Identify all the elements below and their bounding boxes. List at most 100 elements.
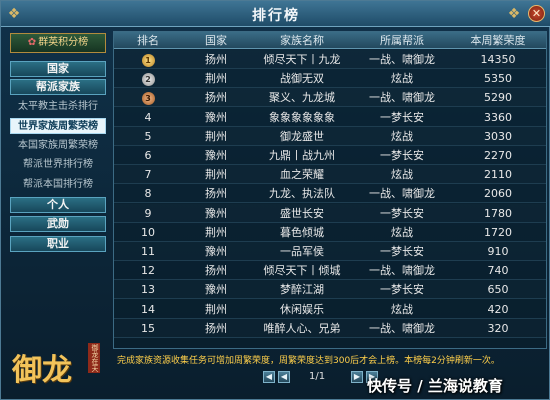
cell-rank: 15 (141, 321, 155, 335)
header-family[interactable]: 家族名称 (250, 32, 354, 49)
cell-score: 3360 (484, 110, 512, 124)
cell-family: 九鼎丨战九州 (269, 149, 335, 162)
table-row[interactable]: 8 扬州 九龙、执法队 一战、啸御龙 2060 (114, 184, 546, 204)
table-row[interactable]: 13 豫州 梦醉江湖 一梦长安 650 (114, 280, 546, 300)
header-faction[interactable]: 所属帮派 (354, 32, 450, 49)
cell-rank: 2 (114, 69, 182, 88)
cell-score: 910 (487, 245, 509, 258)
cell-score: 420 (487, 302, 509, 316)
cell-country: 荆州 (205, 168, 227, 182)
table-row[interactable]: 14 荆州 休闲娱乐 炫战 420 (114, 300, 546, 319)
next-page-button[interactable]: ▶ (351, 371, 363, 383)
rank-medal-icon: 3 (141, 92, 155, 106)
table-row[interactable]: 11 豫州 一品军侯 一梦长安 910 (114, 242, 546, 261)
nav-item[interactable]: 太平教主击杀排行 (10, 99, 106, 115)
table-row[interactable]: 2 荆州 战御无双 炫战 5350 (114, 69, 546, 89)
table-row[interactable]: 10 荆州 暮色倾城 炫战 1720 (114, 223, 546, 242)
table-row[interactable]: 5 荆州 御龙盛世 炫战 3030 (114, 127, 546, 146)
cell-faction: 一战、啸御龙 (369, 264, 435, 278)
table-row[interactable]: 4 豫州 象象象象象象 一梦长安 3360 (114, 108, 546, 127)
cell-score: 5350 (484, 72, 512, 86)
cell-score: 320 (487, 321, 509, 335)
table-header: 排名 国家 家族名称 所属帮派 本周繁荣度 (114, 32, 546, 49)
table-row[interactable]: 7 荆州 血之荣耀 炫战 2110 (114, 165, 546, 185)
cell-rank: 10 (141, 225, 155, 239)
cell-faction: 炫战 (391, 225, 413, 239)
cell-country: 扬州 (205, 91, 227, 105)
table-row[interactable]: 6 豫州 九鼎丨战九州 一梦长安 2270 (114, 146, 546, 165)
cell-rank: 11 (141, 245, 155, 258)
nav-item[interactable]: 职业 (10, 236, 106, 252)
cell-score: 2110 (484, 168, 512, 182)
cell-family: 血之荣耀 (280, 168, 324, 182)
cell-faction: 一梦长安 (380, 245, 424, 258)
table-row[interactable]: 9 豫州 盛世长安 一梦长安 1780 (114, 204, 546, 223)
cell-country: 荆州 (205, 302, 227, 316)
cell-country: 荆州 (205, 72, 227, 86)
nav-item[interactable]: 帮派世界排行榜 (10, 157, 106, 173)
cell-score: 740 (487, 264, 509, 278)
cell-faction: 一战、啸御龙 (369, 91, 435, 105)
cell-rank: 7 (144, 168, 152, 182)
cell-faction: 一梦长安 (380, 283, 424, 297)
cell-country: 豫州 (205, 110, 227, 124)
cell-rank: 8 (144, 187, 152, 201)
table-row[interactable]: 12 扬州 倾尽天下丨倾城 一战、啸御龙 740 (114, 261, 546, 281)
cell-rank: 5 (144, 129, 152, 143)
leaderboard-logo: ✿ 群英积分榜 (10, 33, 106, 53)
game-emblem: 御龙 御龙在天 (6, 339, 106, 399)
cell-rank: 9 (144, 206, 152, 220)
header-score[interactable]: 本周繁荣度 (450, 32, 546, 49)
prev-page-button[interactable]: ◀ (278, 371, 290, 383)
cell-faction: 一梦长安 (380, 110, 424, 124)
cell-country: 扬州 (205, 53, 227, 66)
cell-score: 1780 (484, 206, 512, 220)
table-row[interactable]: 1 扬州 倾尽天下丨九龙 一战、啸御龙 14350 (114, 50, 546, 69)
nav-item[interactable]: 帮派本国排行榜 (10, 177, 106, 193)
nav-item[interactable]: 个人 (10, 197, 106, 213)
nav-item[interactable]: 本国家族周繁荣榜 (10, 138, 106, 154)
header-rank[interactable]: 排名 (114, 32, 182, 49)
cell-family: 倾尽天下丨倾城 (263, 264, 341, 278)
cell-score: 1720 (484, 225, 512, 239)
cell-faction: 炫战 (391, 168, 413, 182)
cell-family: 倾尽天下丨九龙 (263, 53, 341, 66)
nav-item[interactable]: 世界家族周繁荣榜 (10, 118, 106, 134)
cell-score: 2270 (484, 149, 512, 162)
cell-score: 14350 (480, 53, 516, 66)
cell-country: 扬州 (205, 321, 227, 335)
cell-rank: 12 (141, 264, 155, 278)
cell-rank: 4 (144, 110, 152, 124)
cell-country: 豫州 (205, 149, 227, 162)
cell-country: 豫州 (205, 206, 227, 220)
cell-score: 650 (487, 283, 509, 297)
cell-family: 暮色倾城 (280, 225, 324, 239)
page-indicator: 1/1 (309, 371, 326, 382)
cell-score: 3030 (484, 129, 512, 143)
nav-item[interactable]: 武勋 (10, 216, 106, 232)
cell-rank: 14 (141, 302, 155, 316)
nav-item[interactable]: 国家 (10, 61, 106, 77)
cell-faction: 一梦长安 (380, 206, 424, 220)
cell-score: 5290 (484, 91, 512, 105)
cell-family: 一品军侯 (280, 245, 324, 258)
notice-text: 完成家族资源收集任务可增加周繁荣度，周繁荣度达到300后才会上榜。本榜每2分钟刷… (117, 356, 500, 366)
left-nav-panel: ✿ 群英积分榜 国家帮派家族太平教主击杀排行 世界家族周繁荣榜 本国家族周繁荣榜 帮派世… (6, 31, 108, 399)
table-row[interactable]: 15 扬州 唯醉人心、兄弟 一战、啸御龙 320 (114, 319, 546, 338)
cell-faction: 一战、啸御龙 (369, 187, 435, 201)
cell-family: 休闲娱乐 (280, 302, 324, 316)
table-row[interactable]: 3 扬州 聚义、九龙城 一战、啸御龙 5290 (114, 88, 546, 108)
flower-icon: ✿ (27, 37, 37, 48)
cell-rank: 13 (141, 283, 155, 297)
cell-country: 豫州 (205, 245, 227, 258)
rank-medal-icon: 2 (141, 73, 155, 87)
window-title: 排行榜 (252, 8, 300, 24)
nav-item[interactable]: 帮派家族 (10, 79, 106, 95)
cell-faction: 炫战 (391, 72, 413, 86)
cell-family: 战御无双 (280, 72, 324, 86)
cell-rank: 1 (114, 50, 182, 69)
header-country[interactable]: 国家 (182, 32, 250, 49)
cell-faction: 一战、啸御龙 (369, 321, 435, 335)
first-page-button[interactable]: ◀ (263, 371, 275, 383)
close-button[interactable]: ✕ (528, 5, 545, 22)
